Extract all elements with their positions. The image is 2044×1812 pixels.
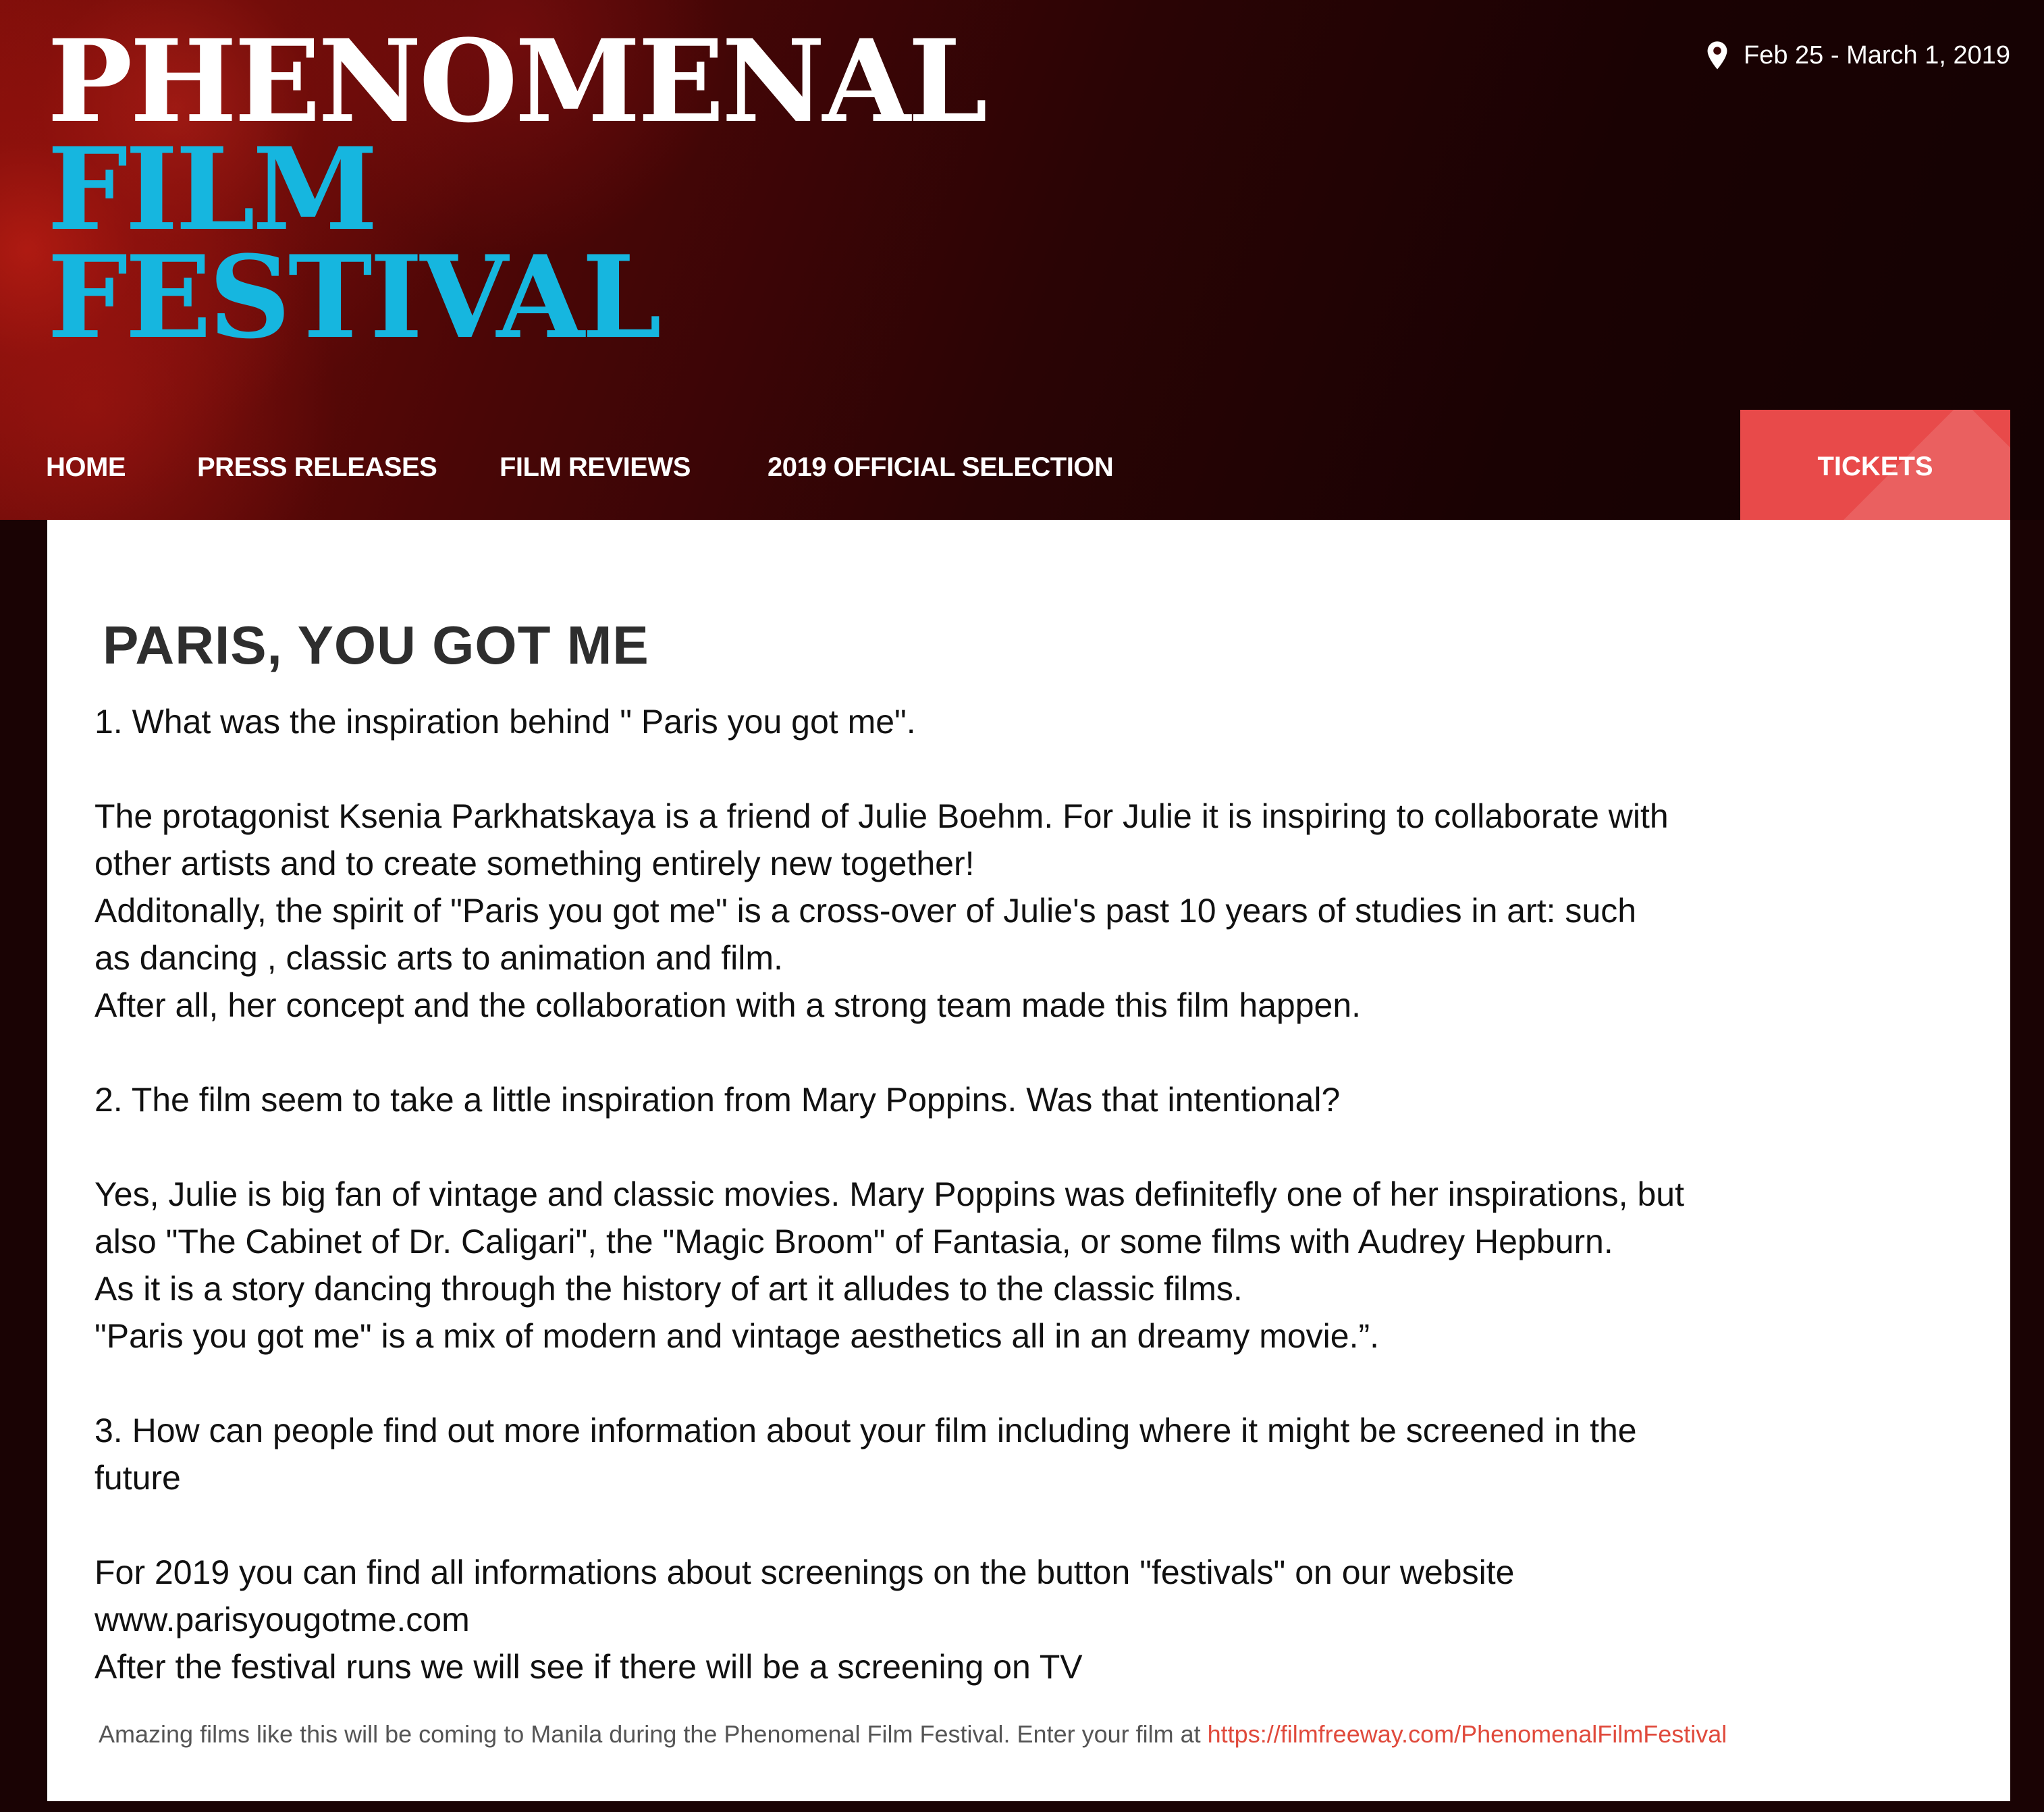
article-line: As it is a story dancing through the his… (95, 1270, 1243, 1308)
article-line: For 2019 you can find all informations a… (95, 1553, 1515, 1591)
site-header: PHENOMENAL FILM FESTIVAL Feb 25 - March … (0, 0, 2044, 520)
logo-line-3: FESTIVAL (47, 230, 662, 364)
festival-date: Feb 25 - March 1, 2019 (1706, 41, 2010, 70)
logo-line-2: FILM (47, 122, 378, 256)
nav-home[interactable]: HOME (46, 452, 126, 483)
article-line: After the festival runs we will see if t… (95, 1648, 1083, 1686)
article-line: "Paris you got me" is a mix of modern an… (95, 1317, 1380, 1355)
article-line: as dancing , classic arts to animation a… (95, 939, 783, 977)
filmfreeway-link[interactable]: https://filmfreeway.com/PhenomenalFilmFe… (1208, 1720, 1727, 1748)
article-title: PARIS, YOU GOT ME (103, 615, 649, 675)
site-logo[interactable]: PHENOMENAL FILM FESTIVAL (47, 14, 988, 364)
tickets-label: TICKETS (1817, 452, 1933, 481)
date-text: Feb 25 - March 1, 2019 (1744, 41, 2010, 70)
article-line: The protagonist Ksenia Parkhatskaya is a… (95, 797, 1669, 835)
article-panel: PARIS, YOU GOT ME 1. What was the inspir… (47, 520, 2010, 1801)
article-line: Additonally, the spirit of "Paris you go… (95, 892, 1637, 930)
article-line: 3. How can people find out more informat… (95, 1412, 1637, 1449)
article-line: 2. The film seem to take a little inspir… (95, 1081, 1341, 1119)
article-line: also "The Cabinet of Dr. Caligari", the … (95, 1223, 1613, 1260)
map-pin-icon (1707, 41, 1727, 70)
logo-line-1: PHENOMENAL (47, 14, 988, 148)
article-body: 1. What was the inspiration behind " Par… (95, 698, 1998, 1690)
nav-official-selection[interactable]: 2019 OFFICIAL SELECTION (768, 452, 1114, 483)
article-line: 1. What was the inspiration behind " Par… (95, 703, 916, 741)
article-line: After all, her concept and the collabora… (95, 986, 1362, 1024)
article-line: Yes, Julie is big fan of vintage and cla… (95, 1175, 1684, 1213)
article-line: www.parisyougotme.com (95, 1601, 470, 1638)
footer-note: Amazing films like this will be coming t… (99, 1720, 1727, 1749)
article-line: future (95, 1459, 181, 1497)
footer-text: Amazing films like this will be coming t… (99, 1720, 1208, 1748)
article-line: other artists and to create something en… (95, 845, 975, 882)
tickets-button[interactable]: TICKETS (1740, 410, 2010, 520)
nav-press-releases[interactable]: PRESS RELEASES (197, 452, 437, 483)
nav-film-reviews[interactable]: FILM REVIEWS (500, 452, 691, 483)
